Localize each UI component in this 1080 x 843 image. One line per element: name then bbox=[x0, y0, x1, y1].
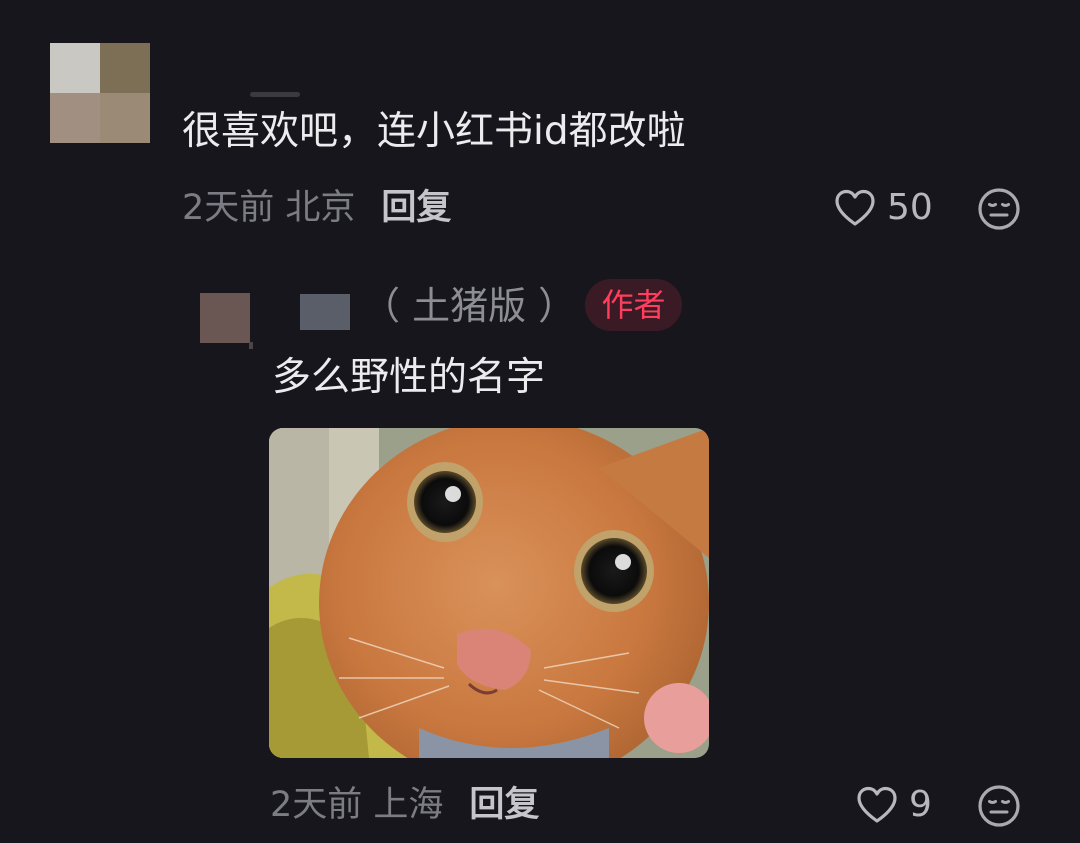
neutral-face-icon bbox=[978, 188, 1020, 230]
avatar[interactable] bbox=[50, 43, 150, 143]
reply-username-redacted[interactable] bbox=[300, 294, 350, 330]
username[interactable] bbox=[250, 92, 300, 97]
reply-text: 多么野性的名字 bbox=[272, 355, 546, 400]
reply-avatar[interactable] bbox=[200, 293, 250, 343]
reply-emoji-reaction-button[interactable] bbox=[977, 784, 1021, 832]
reply-username[interactable]: （ 土猪版 ） bbox=[362, 280, 576, 332]
comment-text: 很喜欢吧，连小红书id都改啦 bbox=[182, 109, 686, 154]
like-button[interactable]: 50 bbox=[833, 186, 933, 230]
comment-time-location: 2天前 北京 bbox=[182, 188, 356, 228]
heart-outline-icon bbox=[833, 188, 877, 228]
heart-outline-icon bbox=[855, 785, 899, 825]
reply-like-count: 9 bbox=[909, 784, 932, 825]
reply-meta: 2天前 上海 回复 bbox=[270, 783, 539, 827]
reply-time-location: 2天前 上海 bbox=[270, 785, 444, 825]
cat-photo[interactable] bbox=[269, 428, 709, 758]
reply-button[interactable]: 回复 bbox=[381, 188, 451, 228]
author-badge: 作者 bbox=[585, 279, 682, 331]
comment-meta: 2天前 北京 回复 bbox=[182, 186, 451, 230]
emoji-reaction-button[interactable] bbox=[977, 187, 1021, 235]
like-count: 50 bbox=[887, 187, 933, 228]
reply-reply-button[interactable]: 回复 bbox=[469, 785, 539, 825]
neutral-face-icon bbox=[978, 785, 1020, 827]
reply-like-button[interactable]: 9 bbox=[855, 783, 932, 827]
